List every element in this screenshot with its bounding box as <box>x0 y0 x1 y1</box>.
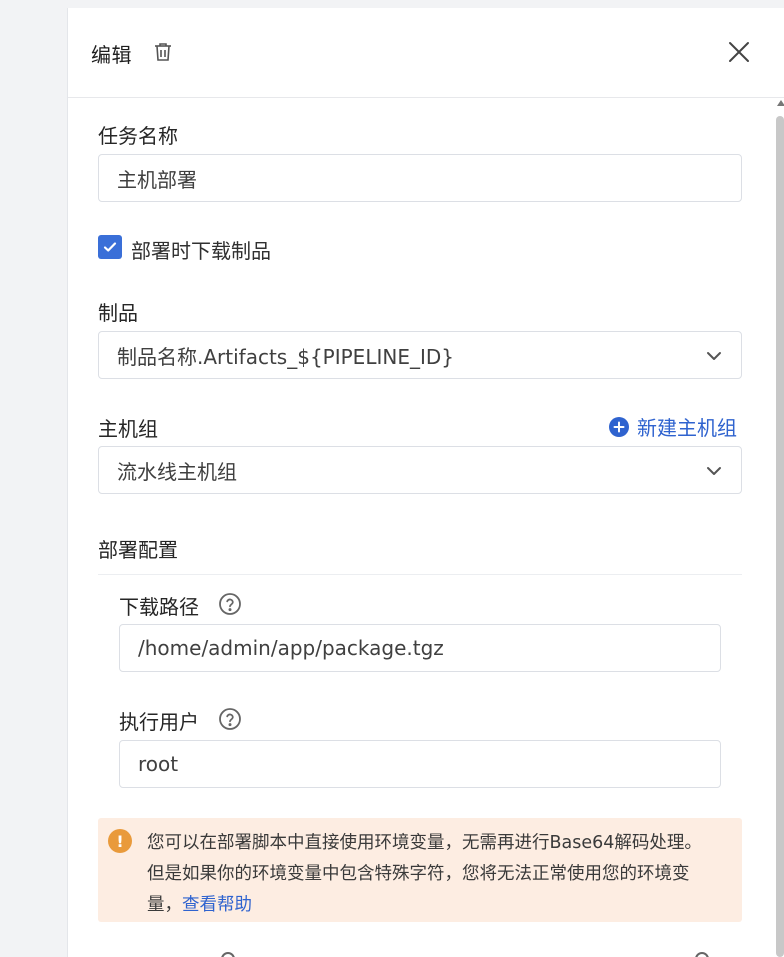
artifact-selected-value: 制品名称.Artifacts_${PIPELINE_ID} <box>117 344 454 369</box>
edit-drawer: 编辑 任务名称 主机部署 部署时下载制品 制品 制品名称.Artifacts_$… <box>67 8 784 957</box>
deploy-config-label: 部署配置 <box>98 538 178 562</box>
task-name-value: 主机部署 <box>117 167 197 192</box>
download-path-value: /home/admin/app/package.tgz <box>138 636 444 660</box>
download-artifact-checkbox[interactable] <box>98 235 122 259</box>
add-host-group-button[interactable]: 新建主机组 <box>609 412 737 441</box>
check-icon <box>103 242 117 252</box>
host-group-select[interactable]: 流水线主机组 <box>98 446 742 494</box>
alert-text-block: 您可以在部署脚本中直接使用环境变量，无需再进行Base64解码处理。但是如果你的… <box>147 828 707 921</box>
exec-user-value: root <box>138 752 179 776</box>
trash-icon[interactable] <box>152 41 174 63</box>
download-artifact-label[interactable]: 部署时下载制品 <box>131 235 271 264</box>
add-host-group-label: 新建主机组 <box>637 416 737 440</box>
drawer-title: 编辑 <box>91 43 132 67</box>
background-left <box>0 0 67 957</box>
help-icon[interactable] <box>218 592 242 616</box>
help-icon <box>695 952 709 957</box>
exec-user-label: 执行用户 <box>119 710 199 734</box>
task-name-label: 任务名称 <box>98 124 178 148</box>
host-group-label: 主机组 <box>98 417 158 441</box>
chevron-down-icon <box>707 467 721 475</box>
drawer-header: 编辑 <box>68 8 784 98</box>
artifact-label: 制品 <box>98 301 138 325</box>
task-name-input[interactable]: 主机部署 <box>98 154 742 202</box>
download-path-label: 下载路径 <box>119 595 199 619</box>
exec-user-input[interactable]: root <box>119 740 721 788</box>
chevron-down-icon <box>707 352 721 360</box>
scrollbar-thumb[interactable] <box>776 116 784 957</box>
background-top <box>67 0 784 8</box>
help-icon <box>221 952 235 957</box>
help-link[interactable]: 查看帮助 <box>182 895 252 915</box>
warning-icon: ! <box>108 829 132 853</box>
env-var-warning-alert: ! 您可以在部署脚本中直接使用环境变量，无需再进行Base64解码处理。但是如果… <box>98 818 742 922</box>
scroll-up-arrow-icon[interactable] <box>777 100 784 106</box>
plus-circle-icon <box>609 416 629 437</box>
host-group-selected-value: 流水线主机组 <box>117 459 237 484</box>
artifact-select[interactable]: 制品名称.Artifacts_${PIPELINE_ID} <box>98 331 742 379</box>
close-icon[interactable] <box>728 41 750 63</box>
help-icon[interactable] <box>218 707 242 731</box>
section-divider <box>98 574 742 575</box>
download-path-input[interactable]: /home/admin/app/package.tgz <box>119 624 721 672</box>
